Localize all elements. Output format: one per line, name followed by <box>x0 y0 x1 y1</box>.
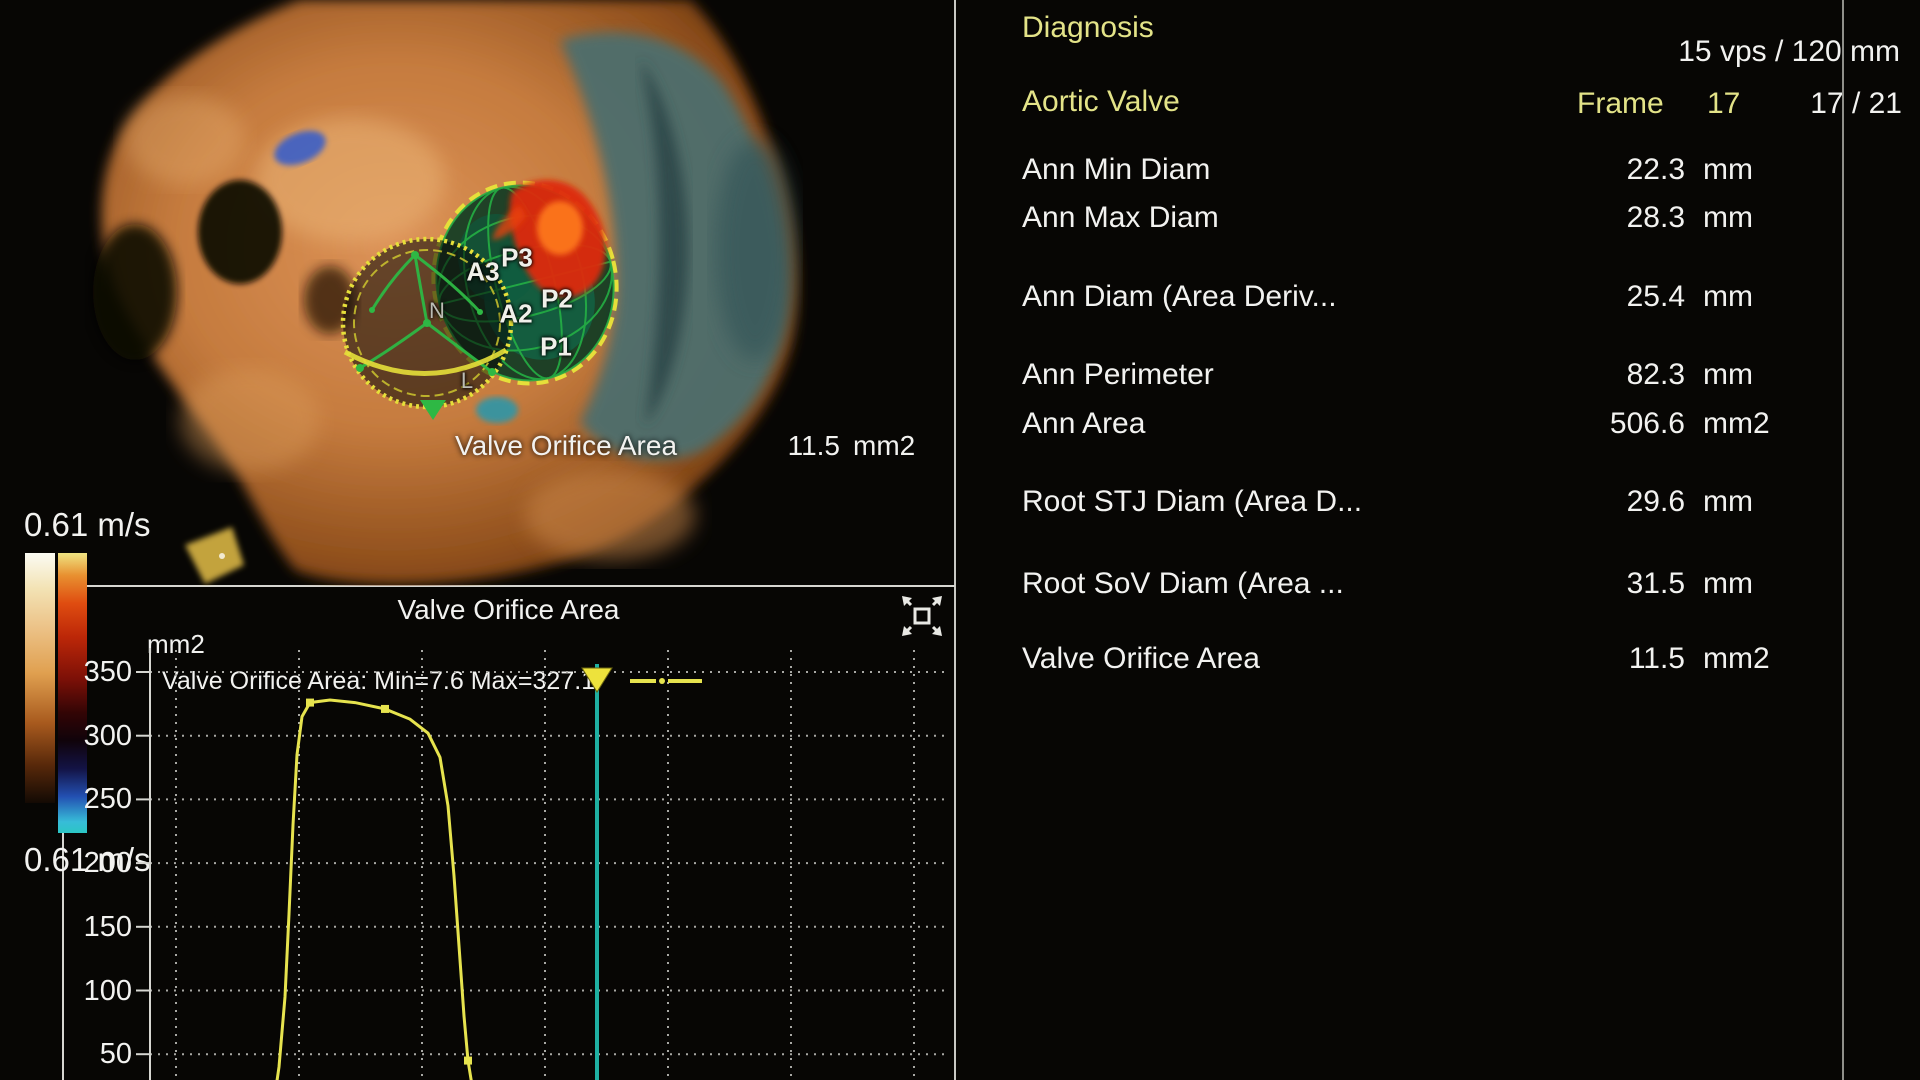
measurement-unit: mm <box>1703 568 1753 600</box>
segment-label-n: N <box>429 298 445 324</box>
measurement-unit: mm <box>1703 359 1753 391</box>
measurement-label: Root STJ Diam (Area D... <box>1022 486 1362 518</box>
curve-marker <box>464 1057 472 1065</box>
legend-dash <box>668 679 702 683</box>
expand-icon[interactable] <box>898 592 946 640</box>
frame-fraction: 17 / 21 <box>1650 88 1902 120</box>
cavity-dark <box>198 180 282 284</box>
valve-orifice-area-plot <box>62 586 955 1080</box>
section-title-aortic-valve: Aortic Valve <box>1022 86 1180 118</box>
segment-label-p2: P2 <box>541 284 573 315</box>
doppler-teal-patch <box>476 397 518 423</box>
3d-echo-image <box>60 0 960 586</box>
measurement-value: 31.5 <box>1450 568 1685 600</box>
curve-marker <box>381 705 389 713</box>
measurement-value: 506.6 <box>1450 408 1685 440</box>
curve-marker <box>306 699 314 707</box>
segment-label-l: L <box>461 368 473 394</box>
measurement-label: Ann Max Diam <box>1022 202 1219 234</box>
measurement-value: 25.4 <box>1450 281 1685 313</box>
tissue-colorbar <box>25 553 55 803</box>
right-panel-rule <box>1842 0 1844 1080</box>
measurement-value: 11.5 <box>1450 643 1685 675</box>
measurement-value: 22.3 <box>1450 154 1685 186</box>
measurement-unit: mm2 <box>1703 643 1770 675</box>
cavity-dark <box>93 224 177 360</box>
legend-dash <box>630 679 656 683</box>
measurement-label: Ann Area <box>1022 408 1145 440</box>
diagnosis-heading: Diagnosis <box>1022 12 1154 44</box>
segment-label-p1: P1 <box>540 332 572 363</box>
measurement-unit: mm <box>1703 202 1753 234</box>
tissue-fragment <box>185 527 244 584</box>
measurement-unit: mm <box>1703 154 1753 186</box>
echo-caption-unit: mm2 <box>853 430 915 462</box>
measurement-label: Ann Min Diam <box>1022 154 1210 186</box>
measurement-value: 28.3 <box>1450 202 1685 234</box>
measurement-unit: mm2 <box>1703 408 1770 440</box>
measurement-label: Ann Diam (Area Deriv... <box>1022 281 1337 313</box>
segment-label-a2: A2 <box>499 299 532 330</box>
measurement-label: Root SoV Diam (Area ... <box>1022 568 1344 600</box>
measurement-unit: mm <box>1703 281 1753 313</box>
frame-cursor-marker[interactable] <box>582 668 612 692</box>
area-curve <box>272 700 480 1080</box>
measurement-value: 29.6 <box>1450 486 1685 518</box>
echo-caption-label: Valve Orifice Area <box>455 430 677 462</box>
acquisition-info: 15 vps / 120 mm <box>1400 36 1900 68</box>
measurement-unit: mm <box>1703 486 1753 518</box>
velocity-scale-top-label: 0.61 m/s <box>24 506 151 544</box>
segment-label-a3: A3 <box>466 257 499 288</box>
measurement-label: Ann Perimeter <box>1022 359 1214 391</box>
measurement-label: Valve Orifice Area <box>1022 643 1260 675</box>
measurement-value: 82.3 <box>1450 359 1685 391</box>
segment-label-p3: P3 <box>501 243 533 274</box>
echo-workstation-screen: { "header": { "diagnosis": "Diagnosis", … <box>0 0 1920 1080</box>
echo-caption-value: 11.5 <box>700 430 840 462</box>
